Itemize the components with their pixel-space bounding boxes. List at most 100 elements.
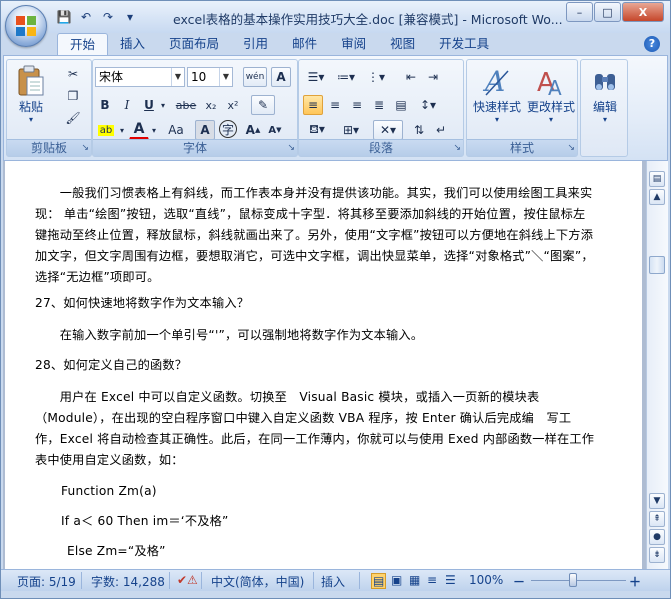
align-left-icon[interactable]: ≡ [303,95,323,115]
full-screen-reading-icon[interactable]: ▣ [391,573,402,587]
increase-indent-icon[interactable]: ⇥ [423,67,443,87]
tab-developer[interactable]: 开发工具 [427,33,501,55]
font-name-dropdown-icon[interactable]: ▼ [171,68,184,86]
scroll-thumb[interactable] [649,256,665,274]
tab-review[interactable]: 审阅 [329,33,378,55]
numbering-icon[interactable]: ≔▾ [333,67,359,87]
chinese-layout-icon[interactable]: ✕▾ [373,120,403,140]
ruler-toggle-icon[interactable]: ▤ [649,171,665,187]
align-center-icon[interactable]: ≡ [325,95,345,115]
font-launcher-icon[interactable]: ↘ [287,143,295,153]
zoom-in-icon[interactable]: ＋ [629,573,641,590]
superscript-label: x² [227,98,239,112]
tab-mailings[interactable]: 邮件 [280,33,329,55]
enclose-char-button[interactable]: 字 [219,120,237,138]
cut-icon[interactable]: ✂ [63,64,83,84]
web-layout-icon[interactable]: ▦ [409,573,420,587]
align-right-icon[interactable]: ≡ [347,95,367,115]
tab-references[interactable]: 引用 [231,33,280,55]
line-spacing-icon[interactable]: ↕▾ [415,95,441,115]
select-browse-object-icon[interactable]: ● [649,529,665,545]
outline-view-icon[interactable]: ≡ [427,573,437,587]
clipboard-launcher-icon[interactable]: ↘ [81,143,89,153]
bold-button[interactable]: B [95,95,115,115]
char-shading-button[interactable]: A [195,120,215,140]
tab-insert[interactable]: 插入 [108,33,157,55]
grow-font-icon[interactable]: A ▲ [243,120,263,140]
font-size-dropdown-icon[interactable]: ▼ [219,68,232,86]
phonetic-guide-button[interactable]: wén [243,67,267,87]
zoom-slider-knob[interactable] [569,573,577,587]
redo-icon[interactable]: ↷ [99,8,117,26]
justify-icon[interactable]: ≣ [369,95,389,115]
vertical-scrollbar[interactable]: ▤ ▲ ▼ ⇞ ● ⇟ [646,161,668,569]
quick-styles-button[interactable]: A 快速样式 ▾ [471,64,523,124]
highlight-dropdown-icon[interactable]: ▾ [117,120,127,140]
sort-icon[interactable]: ⇅ [409,120,429,140]
subscript-button[interactable]: x₂ [201,95,221,115]
ribbon: 粘贴 ▾ ✂ ❐ 🖌 剪贴板 ↘ 宋体 ▼ 10 ▼ wén A B I U ▾ [3,55,668,161]
editing-button[interactable]: 编辑 ▾ [585,64,625,124]
tab-page-layout[interactable]: 页面布局 [157,33,231,55]
proofing-icon[interactable]: ✔⚠ [177,573,198,587]
scroll-down-icon[interactable]: ▼ [649,493,665,509]
zoom-out-icon[interactable]: － [513,573,525,590]
zoom-level[interactable]: 100% [469,573,503,587]
tab-view[interactable]: 视图 [378,33,427,55]
clipboard-group: 粘贴 ▾ ✂ ❐ 🖌 剪贴板 ↘ [6,59,92,157]
word-count[interactable]: 字数: 14,288 [91,573,165,590]
zoom-slider-track[interactable] [531,580,626,581]
draft-view-icon[interactable]: ☰ [445,573,456,587]
phonetic-guide-label: wén [245,72,265,82]
editing-group: 编辑 ▾ [580,59,628,157]
maximize-button[interactable]: □ [594,2,621,22]
superscript-button[interactable]: x² [223,95,243,115]
customize-qat-icon[interactable]: ▾ [121,8,139,26]
font-name-combo[interactable]: 宋体 ▼ [95,67,185,87]
close-button[interactable]: X [622,2,664,22]
char-border-button[interactable]: A [271,67,291,87]
minimize-button[interactable]: – [566,2,593,22]
borders-icon[interactable]: ⊞▾ [337,120,365,140]
styles-launcher-icon[interactable]: ↘ [567,143,575,153]
paragraph-1: 一般我们习惯表格上有斜线，而工作表本身并没有提供该功能。其实，我们可以使用绘图工… [35,186,594,284]
change-styles-icon: A A [537,68,562,97]
strikethrough-button[interactable]: abe [173,95,199,115]
previous-page-icon[interactable]: ⇞ [649,511,665,527]
change-case-button[interactable]: Aa [163,120,189,140]
font-color-icon[interactable]: A [129,120,149,140]
help-icon[interactable]: ? [644,36,660,52]
tab-home[interactable]: 开始 [57,33,109,56]
underline-button[interactable]: U [139,95,159,115]
page-indicator[interactable]: 页面: 5/19 [17,573,76,590]
font-color-dropdown-icon[interactable]: ▾ [149,120,159,140]
insert-mode-indicator[interactable]: 插入 [321,573,345,590]
undo-icon[interactable]: ↶ [77,8,95,26]
bullets-icon[interactable]: ☰▾ [303,67,329,87]
change-styles-button[interactable]: A A 更改样式 ▾ [525,64,577,124]
highlight-icon[interactable]: ab [95,120,117,140]
copy-icon[interactable]: ❐ [63,86,83,106]
italic-button[interactable]: I [117,95,137,115]
show-marks-icon[interactable]: ↵ [431,120,451,140]
format-painter-icon[interactable]: 🖌 [63,108,83,128]
distributed-icon[interactable]: ▤ [391,95,411,115]
save-icon[interactable]: 💾 [55,8,73,26]
font-size-combo[interactable]: 10 ▼ [187,67,233,87]
paragraph-launcher-icon[interactable]: ↘ [453,143,461,153]
next-page-icon[interactable]: ⇟ [649,547,665,563]
clear-format-icon[interactable]: ✎ [251,95,275,115]
document-page[interactable]: 一般我们习惯表格上有斜线，而工作表本身并没有提供该功能。其实，我们可以使用绘图工… [5,161,642,569]
underline-dropdown-icon[interactable]: ▾ [157,95,169,115]
print-layout-icon[interactable]: ▤ [371,573,387,589]
decrease-indent-icon[interactable]: ⇤ [401,67,421,87]
multilevel-list-icon[interactable]: ⋮▾ [363,67,389,87]
paste-button[interactable]: 粘贴 ▾ [13,64,49,124]
shrink-font-icon[interactable]: A ▼ [265,120,285,140]
scroll-up-icon[interactable]: ▲ [649,189,665,205]
shading-icon[interactable]: ⛾▾ [303,120,331,140]
italic-label: I [124,98,130,112]
office-button[interactable] [5,5,47,47]
language-indicator[interactable]: 中文(简体，中国) [211,573,304,590]
styles-group: A 快速样式 ▾ A A 更改样式 ▾ 样式 ↘ [466,59,578,157]
